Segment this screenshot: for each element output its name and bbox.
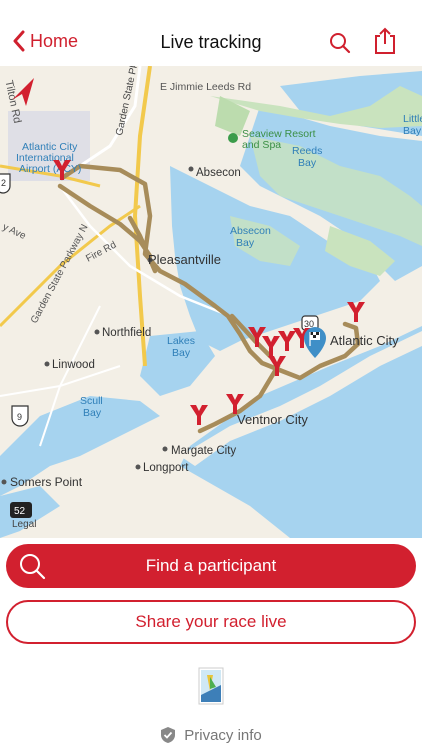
svg-text:2: 2 <box>1 178 6 188</box>
road-label-jimmie-leeds: E Jimmie Leeds Rd <box>160 81 251 93</box>
svg-text:52: 52 <box>14 506 26 517</box>
airport-label: Atlantic City International Airport (ACY) <box>16 141 81 175</box>
atlantic-city-label: Atlantic City <box>330 333 399 348</box>
pleasantville-label: Pleasantville <box>148 252 221 267</box>
search-icon[interactable] <box>327 30 353 56</box>
privacy-info-link[interactable]: Privacy info <box>0 726 422 744</box>
map-canvas: Tilton Rd Garden State Pkwy E Jimmie Lee… <box>0 66 422 538</box>
partner-logo <box>198 667 224 705</box>
participant-marker-icon[interactable] <box>278 331 296 351</box>
privacy-info-label: Privacy info <box>184 726 262 744</box>
road-label-gsp-n: Garden State Parkway N <box>29 223 91 326</box>
little-bay-label: LittleBay <box>403 113 422 137</box>
page-title: Live tracking <box>160 32 262 52</box>
route-shield-2: 2 <box>0 173 11 194</box>
svg-text:9: 9 <box>17 412 22 422</box>
resort-pin-icon <box>228 133 238 143</box>
participant-marker-icon[interactable] <box>190 405 208 425</box>
linwood-label: Linwood <box>52 359 95 371</box>
road-label-ave: y Ave <box>1 222 28 242</box>
margate-label: Margate City <box>171 445 236 457</box>
somers-point-label: Somers Point <box>10 475 83 489</box>
ventnor-label: Ventnor City <box>237 412 308 427</box>
map-legal-link[interactable]: Legal <box>12 519 36 530</box>
navigation-bar: Home Live tracking <box>0 0 422 66</box>
share-race-button[interactable]: Share your race live <box>6 600 416 644</box>
search-icon <box>20 554 46 580</box>
shield-check-icon <box>161 727 176 743</box>
route-shield-52: 52 <box>10 502 32 518</box>
map-view[interactable]: Tilton Rd Garden State Pkwy E Jimmie Lee… <box>0 66 422 538</box>
route-shield-9: 9 <box>11 405 29 427</box>
road-label-tilton: Tilton Rd <box>2 79 23 124</box>
finish-flag-pin-icon[interactable] <box>304 327 326 358</box>
absecon-label: Absecon <box>196 167 241 179</box>
share-race-label: Share your race live <box>135 612 287 631</box>
scull-bay-label: Scull Bay <box>80 395 103 419</box>
find-participant-label: Find a participant <box>145 556 277 575</box>
participant-marker-icon[interactable] <box>347 302 365 322</box>
share-icon[interactable] <box>372 26 398 56</box>
northfield-label: Northfield <box>102 327 151 339</box>
longport-label: Longport <box>143 462 189 474</box>
find-participant-button[interactable]: Find a participant <box>6 544 416 588</box>
